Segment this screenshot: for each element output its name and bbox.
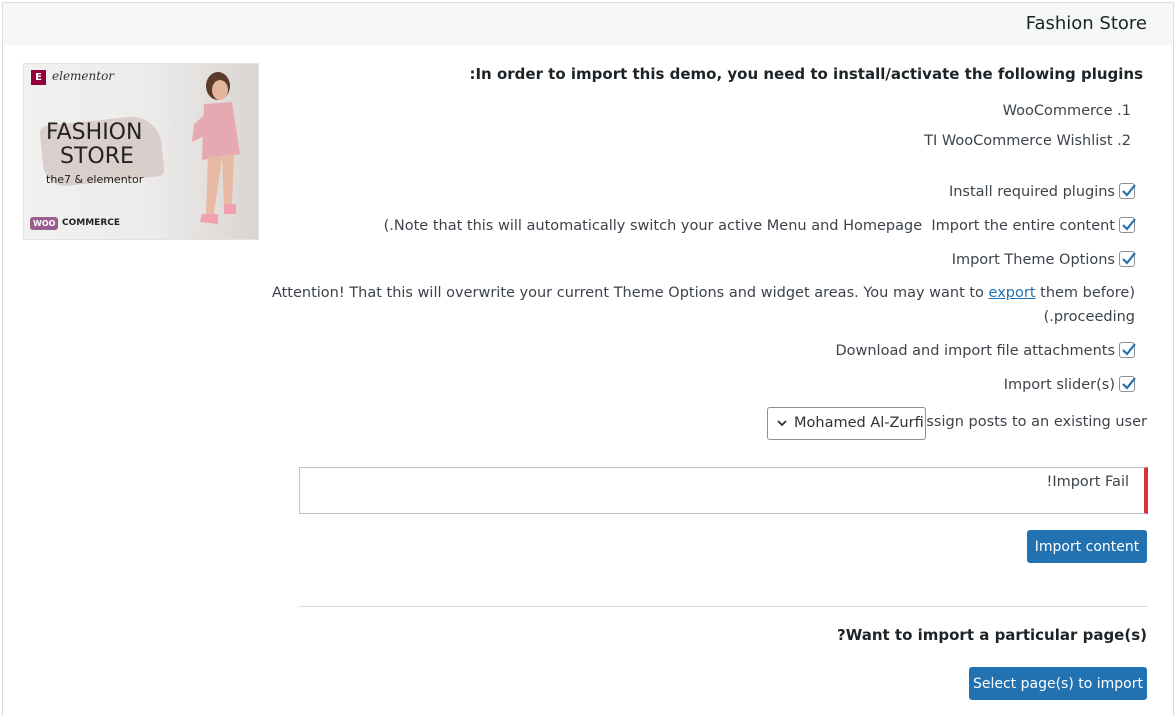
import-content-button[interactable]: Import content xyxy=(1027,530,1147,563)
export-link[interactable]: export xyxy=(989,285,1036,301)
theme-options-option: Import Theme Options xyxy=(951,251,1136,268)
assign-user-value: Mohamed Al-Zurfi xyxy=(794,415,924,431)
entire-content-label: Import the entire content xyxy=(931,218,1115,234)
install-plugins-option: Install required plugins xyxy=(948,183,1136,200)
theme-options-checkbox[interactable] xyxy=(1119,251,1136,267)
entire-content-checkbox[interactable] xyxy=(1119,217,1136,233)
page-title: Fashion Store xyxy=(1025,13,1147,34)
woocommerce-logo-icon: WOO xyxy=(30,217,59,230)
pages-heading: ?Want to import a particular page(s) xyxy=(837,626,1147,644)
entire-content-option: (.Note that this will automatically swit… xyxy=(383,217,1136,234)
attention-text: Attention! That this will overwrite your… xyxy=(272,285,1135,301)
elementor-logo-icon: E xyxy=(31,70,46,85)
divider xyxy=(299,606,1148,607)
thumb-line2: STORE xyxy=(60,144,134,169)
model-photo-icon xyxy=(192,72,240,224)
install-plugins-checkbox[interactable] xyxy=(1119,183,1136,199)
attachments-checkbox[interactable] xyxy=(1119,342,1136,358)
install-plugins-label: Install required plugins xyxy=(948,184,1115,200)
thumb-line1: FASHION xyxy=(46,120,143,145)
plugin-item: TI WooCommerce Wishlist .2 xyxy=(924,133,1131,149)
select-pages-button[interactable]: Select page(s) to import xyxy=(969,667,1147,700)
woocommerce-wordmark: COMMERCE xyxy=(62,218,120,228)
importer-panel: Fashion Store E elementor FASHION STORE … xyxy=(2,2,1174,716)
assign-user-label: :Assign posts to an existing user xyxy=(911,414,1147,430)
attention-before-link: Attention! That this will overwrite your… xyxy=(271,285,984,301)
elementor-wordmark: elementor xyxy=(52,69,115,83)
attention-after-link: them before) xyxy=(1040,285,1135,301)
sliders-option: Import slider(s) xyxy=(1003,376,1136,393)
attachments-option: Download and import file attachments xyxy=(835,342,1136,359)
error-notice-text: !Import Fail xyxy=(1046,474,1130,490)
attachments-label: Download and import file attachments xyxy=(835,343,1115,359)
entire-content-note: (.Note that this will automatically swit… xyxy=(383,218,923,234)
plugins-heading: :In order to import this demo, you need … xyxy=(469,65,1143,83)
sliders-label: Import slider(s) xyxy=(1003,377,1115,393)
plugin-item: WooCommerce .1 xyxy=(1002,103,1131,119)
demo-thumbnail: E elementor FASHION STORE the7 & element… xyxy=(23,63,259,240)
error-notice: !Import Fail xyxy=(299,467,1148,514)
attention-line2: (.proceeding xyxy=(1043,309,1135,325)
assign-user-select[interactable]: Mohamed Al-Zurfi xyxy=(767,407,926,440)
chevron-down-icon xyxy=(777,420,787,427)
theme-options-label: Import Theme Options xyxy=(951,252,1115,268)
sliders-checkbox[interactable] xyxy=(1119,376,1136,392)
thumb-line3: the7 & elementor xyxy=(46,173,144,186)
title-bar: Fashion Store xyxy=(3,3,1173,45)
